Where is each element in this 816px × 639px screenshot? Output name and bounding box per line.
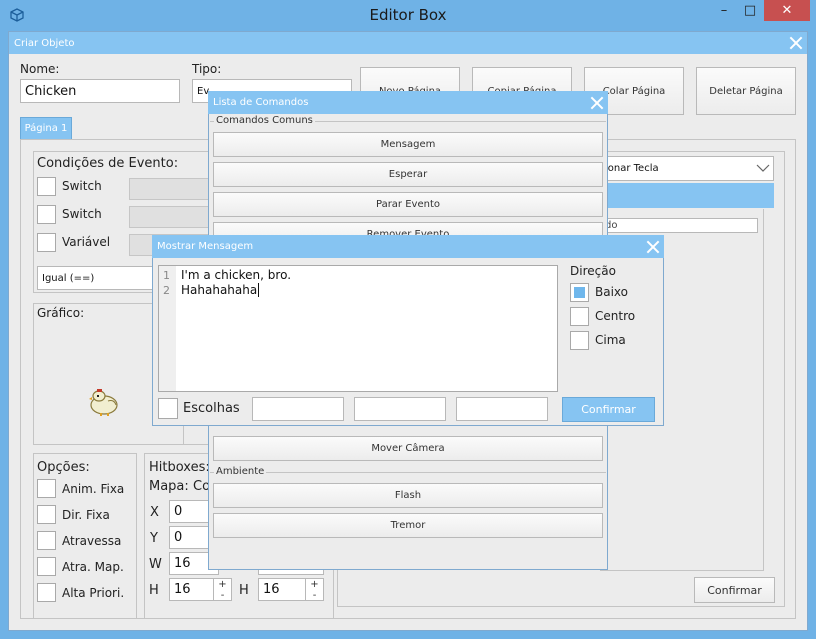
comandos-comuns-group: Comandos Comuns: [210, 115, 606, 126]
criar-objeto-title: Criar Objeto: [14, 37, 75, 49]
h2-stepper-down[interactable]: -: [305, 590, 323, 601]
dir-fixa-checkbox[interactable]: [37, 505, 56, 524]
switch2-select[interactable]: [129, 206, 211, 228]
hitboxes-label: Hitboxes:: [149, 460, 210, 475]
deletar-pagina-button[interactable]: Deletar Página: [696, 67, 796, 115]
selected-command-row[interactable]: [600, 183, 774, 208]
baixo-selected-indicator: [574, 287, 585, 298]
close-app-button[interactable]: ✕: [764, 0, 810, 21]
anim-fixa-checkbox[interactable]: [37, 479, 56, 498]
message-line: Hahahahaha: [181, 283, 260, 297]
lista-comandos-title-bar: Lista de Comandos: [208, 91, 608, 114]
centro-label: Centro: [595, 309, 636, 323]
escolhas-label: Escolhas: [183, 401, 240, 416]
parar-evento-button[interactable]: Parar Evento: [213, 192, 603, 217]
switch2-label: Switch: [62, 207, 102, 221]
dir-fixa-label: Dir. Fixa: [62, 508, 110, 522]
flash-button[interactable]: Flash: [213, 483, 603, 508]
confirmar-mensagem-button[interactable]: Confirmar: [562, 397, 655, 422]
atravessa-label: Atravessa: [62, 534, 122, 548]
h-stepper-up[interactable]: +: [213, 579, 231, 590]
tremor-button[interactable]: Tremor: [213, 513, 603, 538]
restore-button[interactable]: □: [738, 0, 762, 21]
mensagem-button[interactable]: Mensagem: [213, 132, 603, 157]
anim-fixa-label: Anim. Fixa: [62, 482, 125, 496]
ambiente-group: Ambiente: [210, 466, 606, 477]
criar-objeto-title-bar: Criar Objeto: [9, 32, 807, 54]
chicken-sprite-icon[interactable]: [86, 385, 122, 417]
message-line: I'm a chicken, bro.: [181, 268, 292, 282]
tecla-select[interactable]: ionar Tecla: [600, 156, 774, 181]
direcao-label: Direção: [570, 264, 616, 278]
ambiente-label: Ambiente: [214, 466, 267, 477]
minimize-button[interactable]: –: [712, 0, 736, 21]
command-filter-input[interactable]: do: [600, 218, 758, 233]
line-number: 1: [163, 269, 170, 282]
h2-stepper-up[interactable]: +: [305, 579, 323, 590]
switch1-label: Switch: [62, 179, 102, 193]
centro-radio[interactable]: [570, 307, 589, 326]
mostrar-mensagem-title-bar: Mostrar Mensagem: [152, 235, 664, 258]
switch2-checkbox[interactable]: [37, 205, 56, 224]
lista-comandos-title: Lista de Comandos: [213, 97, 309, 108]
mostrar-mensagem-title: Mostrar Mensagem: [157, 241, 254, 252]
x-label: X: [150, 505, 159, 520]
mover-camera-button[interactable]: Mover Câmera: [213, 436, 603, 461]
switch1-select[interactable]: [129, 178, 211, 200]
w-label: W: [149, 557, 162, 572]
close-lista-icon[interactable]: [590, 96, 604, 110]
app-title: Editor Box: [369, 6, 447, 24]
escolha-3-input[interactable]: [456, 397, 548, 421]
baixo-label: Baixo: [595, 285, 628, 299]
close-mostrar-icon[interactable]: [646, 240, 660, 254]
nome-input[interactable]: Chicken: [20, 79, 180, 103]
comandos-comuns-label: Comandos Comuns: [214, 115, 315, 126]
cima-label: Cima: [595, 333, 626, 347]
atra-map-checkbox[interactable]: [37, 557, 56, 576]
h-stepper-down[interactable]: -: [213, 590, 231, 601]
h-label: H: [149, 583, 159, 598]
grafico-label: Gráfico:: [37, 306, 85, 320]
esperar-button[interactable]: Esperar: [213, 162, 603, 187]
escolha-2-input[interactable]: [354, 397, 446, 421]
line-number: 2: [163, 284, 170, 297]
tipo-label: Tipo:: [192, 62, 222, 76]
h2-label: H: [239, 583, 249, 598]
escolha-1-input[interactable]: [252, 397, 344, 421]
mapa-label: Mapa:: [149, 479, 189, 494]
tecla-value: ionar Tecla: [605, 163, 659, 174]
alta-priori-label: Alta Priori.: [62, 586, 125, 600]
y-label: Y: [150, 531, 158, 546]
nome-label: Nome:: [20, 62, 60, 76]
variavel-checkbox[interactable]: [37, 233, 56, 252]
atravessa-checkbox[interactable]: [37, 531, 56, 550]
alta-priori-checkbox[interactable]: [37, 583, 56, 602]
cima-radio[interactable]: [570, 331, 589, 350]
opcoes-label: Opções:: [37, 460, 90, 475]
condicoes-label: Condições de Evento:: [37, 156, 179, 171]
atra-map-label: Atra. Map.: [62, 560, 124, 574]
switch1-checkbox[interactable]: [37, 177, 56, 196]
variavel-label: Variável: [62, 235, 111, 249]
chevron-down-icon: [756, 164, 770, 172]
confirmar-criar-button[interactable]: Confirmar: [694, 577, 775, 603]
close-criar-objeto-icon[interactable]: [789, 36, 803, 50]
app-title-bar: Editor Box – □ ✕: [0, 0, 816, 31]
tab-pagina-1[interactable]: Página 1: [20, 117, 72, 140]
escolhas-checkbox[interactable]: [158, 398, 178, 419]
